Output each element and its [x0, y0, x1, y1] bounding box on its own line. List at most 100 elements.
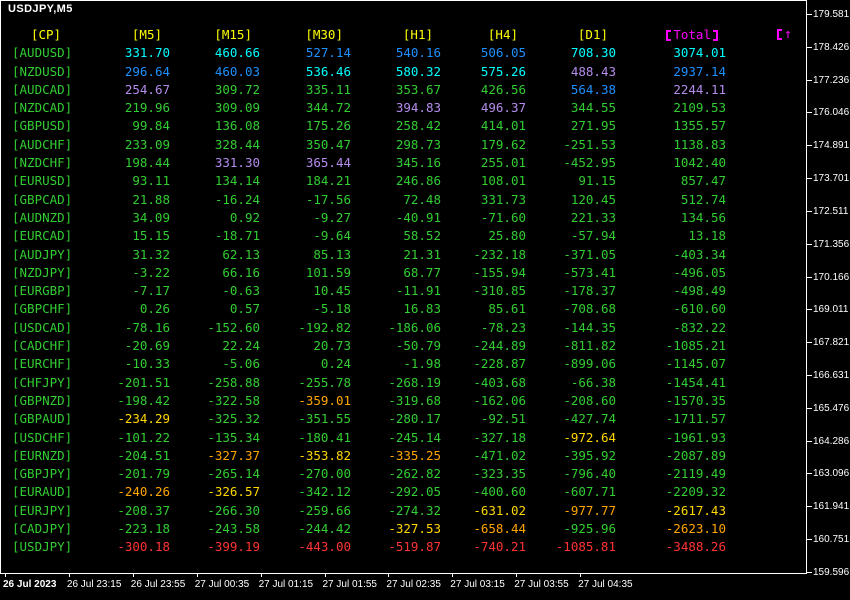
header-h4[interactable]: [H4] [433, 26, 518, 44]
time-tick [388, 574, 390, 577]
value-cell: 85.61 [488, 301, 526, 317]
price-tick [807, 375, 812, 377]
value-cell: 345.16 [395, 155, 441, 171]
value-cell: -1085.21 [665, 338, 726, 354]
value-cell: -57.94 [570, 228, 616, 244]
value-cell: 3074.01 [673, 45, 726, 61]
table-rows: [AUDUSD] 331.70 460.66 527.14 540.16 506.05 70… [0, 44, 726, 556]
value-cell: 2109.53 [673, 100, 726, 116]
value-cell: 85.13 [313, 246, 351, 262]
value-cell: 66.16 [222, 264, 260, 280]
price-tick [807, 46, 812, 48]
pair-label: [GBPAUD] [12, 411, 73, 427]
value-cell: -259.66 [298, 502, 351, 518]
value-cell: 22.24 [222, 338, 260, 354]
header-h1[interactable]: [H1] [343, 26, 433, 44]
pair-label: [EURNZD] [12, 447, 73, 463]
time-tick [324, 574, 326, 577]
value-cell: 21.88 [132, 191, 170, 207]
value-cell: 331.70 [124, 45, 170, 61]
time-tick [132, 574, 134, 577]
pair-label: [EURCAD] [12, 228, 73, 244]
value-cell: -811.82 [563, 338, 616, 354]
time-tick [260, 574, 262, 577]
value-cell: -265.14 [207, 466, 260, 482]
price-label: 178.426 [813, 41, 850, 53]
value-cell: -326.57 [207, 484, 260, 500]
value-cell: -101.22 [117, 429, 170, 445]
table-row: [GBPJPY] -201.79 -265.14 -270.00 -262.82 -323… [0, 465, 726, 483]
price-label: 160.751 [813, 534, 850, 546]
value-cell: -3488.26 [665, 539, 726, 555]
value-cell: -208.37 [117, 502, 170, 518]
price-tick [807, 407, 812, 409]
time-tick [580, 574, 582, 577]
table-row: [USDCAD] -78.16 -152.60 -192.82 -186.06 -78.2… [0, 319, 726, 337]
value-cell: -1.98 [403, 356, 441, 372]
header-d1[interactable]: [D1] [518, 26, 608, 44]
header-m30[interactable]: [M30] [252, 26, 343, 44]
value-cell: -232.18 [473, 246, 526, 262]
value-cell: 580.32 [395, 63, 441, 79]
value-cell: 20.73 [313, 338, 351, 354]
value-cell: 460.66 [214, 45, 260, 61]
pair-label: [EURUSD] [12, 173, 73, 189]
value-cell: 708.30 [570, 45, 616, 61]
header-total[interactable]: Total [608, 26, 718, 44]
value-cell: -270.00 [298, 466, 351, 482]
table-row: [EURNZD] -204.51 -327.37 -353.82 -335.25 -471… [0, 447, 726, 465]
value-cell: -10.33 [124, 356, 170, 372]
value-cell: -71.60 [480, 209, 526, 225]
value-cell: -11.91 [395, 283, 441, 299]
price-label: 176.046 [813, 107, 850, 119]
time-label: 27 Jul 02:35 [386, 579, 441, 590]
pair-label: [NZDCAD] [12, 100, 73, 116]
value-cell: -223.18 [117, 521, 170, 537]
value-cell: 175.26 [305, 118, 351, 134]
value-cell: 101.59 [305, 264, 351, 280]
value-cell: -327.18 [473, 429, 526, 445]
table-row: [NZDCHF] 198.44 331.30 365.44 345.16 255.01 -4… [0, 154, 726, 172]
value-cell: 536.46 [305, 63, 351, 79]
value-cell: 488.43 [570, 63, 616, 79]
table-row: [GBPAUD] -234.29 -325.32 -351.55 -280.17 -92.… [0, 410, 726, 428]
value-cell: -359.01 [298, 392, 351, 408]
table-row: [EURUSD] 93.11 134.14 184.21 246.86 108.01 91.… [0, 172, 726, 190]
value-cell: -607.71 [563, 484, 616, 500]
table-row: [GBPCAD] 21.88 -16.24 -17.56 72.48 331.73 120.… [0, 191, 726, 209]
value-cell: -0.63 [222, 283, 260, 299]
pair-label: [EURCHF] [12, 356, 73, 372]
value-cell: -266.30 [207, 502, 260, 518]
value-cell: 564.38 [570, 81, 616, 97]
value-cell: 91.15 [578, 173, 616, 189]
time-label: 27 Jul 04:35 [578, 579, 633, 590]
header-m5[interactable]: [M5] [92, 26, 162, 44]
header-m15[interactable]: [M15] [162, 26, 252, 44]
value-cell: -631.02 [473, 502, 526, 518]
value-cell: -243.58 [207, 521, 260, 537]
table-row: [CADCHF] -20.69 22.24 20.73 -50.79 -244.89 -81… [0, 337, 726, 355]
value-cell: 134.56 [680, 209, 726, 225]
value-cell: -178.37 [563, 283, 616, 299]
pair-label: [GBPCHF] [12, 301, 73, 317]
value-cell: -280.17 [388, 411, 441, 427]
header-total-label: Total [673, 27, 711, 42]
value-cell: -78.16 [124, 319, 170, 335]
pair-label: [NZDJPY] [12, 264, 73, 280]
price-tick [807, 145, 812, 147]
price-tick [807, 14, 812, 15]
value-cell: 246.86 [395, 173, 441, 189]
value-cell: 309.09 [214, 100, 260, 116]
value-cell: 254.67 [124, 81, 170, 97]
sort-direction-indicator[interactable]: ↑ [777, 27, 792, 42]
price-tick [807, 178, 812, 180]
value-cell: -268.19 [388, 374, 441, 390]
price-tick [807, 309, 812, 311]
value-cell: 309.72 [214, 81, 260, 97]
value-cell: -9.64 [313, 228, 351, 244]
time-label: 27 Jul 03:15 [450, 579, 505, 590]
value-cell: -186.06 [388, 319, 441, 335]
price-label: 164.286 [813, 435, 850, 447]
bracket-left-icon [666, 29, 672, 41]
value-cell: -1085.81 [555, 539, 616, 555]
